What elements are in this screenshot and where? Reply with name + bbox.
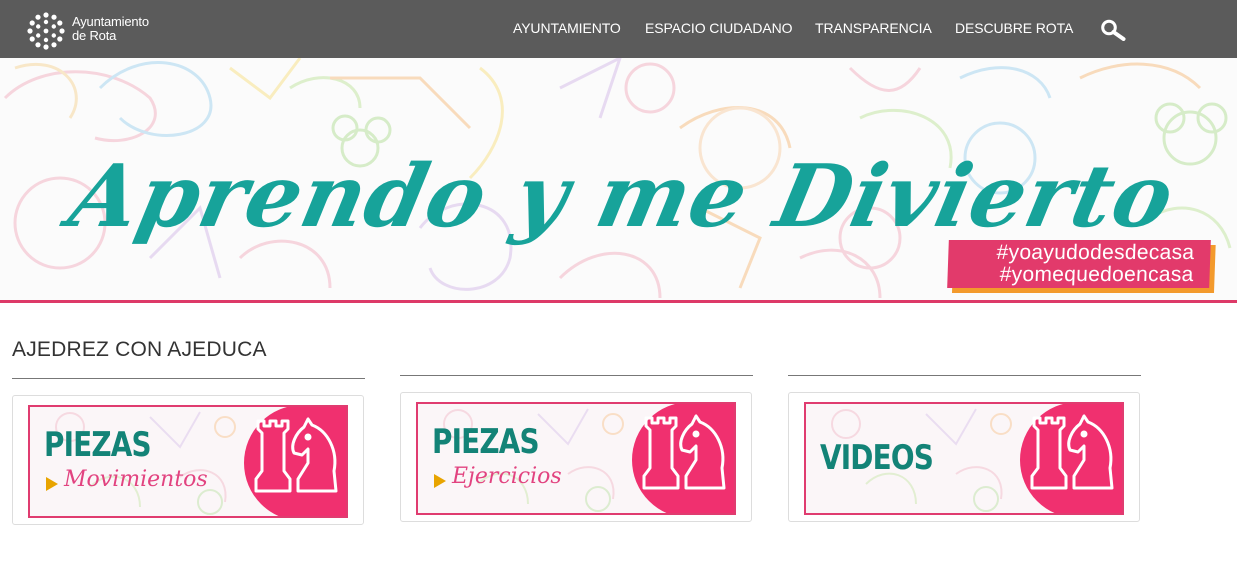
nav-transparencia[interactable]: TRANSPARENCIA <box>815 20 932 36</box>
logo-line-2: de Rota <box>72 28 117 43</box>
card-main-label: PIEZAS <box>44 425 152 465</box>
search-icon[interactable] <box>1100 19 1126 41</box>
play-arrow-icon <box>46 477 58 491</box>
section-divider-3 <box>788 375 1141 376</box>
chess-pieces-icon <box>254 417 338 493</box>
card-videos[interactable]: VIDEOS <box>788 392 1140 522</box>
chess-pieces-icon <box>1030 414 1114 490</box>
play-arrow-icon <box>434 474 446 488</box>
card-main-label: PIEZAS <box>432 422 540 462</box>
ayuntamiento-logo-icon[interactable] <box>26 11 66 51</box>
nav-descubre-rota[interactable]: DESCUBRE ROTA <box>955 20 1073 36</box>
card-sub-label: Movimientos <box>64 467 208 492</box>
chess-pieces-icon <box>642 414 726 490</box>
section-title: AJEDREZ CON AJEDUCA <box>12 338 267 361</box>
section-divider-2 <box>400 375 753 376</box>
card-main-label: VIDEOS <box>820 438 934 478</box>
logo-line-1: Ayuntamiento <box>72 14 149 29</box>
nav-espacio-ciudadano[interactable]: ESPACIO CIUDADANO <box>645 20 793 36</box>
section-divider-1 <box>12 378 365 379</box>
hero-title: Aprendo y me Divierto <box>61 146 1184 247</box>
card-image: PIEZAS Movimientos <box>28 405 348 518</box>
card-piezas-ejercicios[interactable]: PIEZAS Ejercicios <box>400 392 752 522</box>
card-image: PIEZAS Ejercicios <box>416 402 736 515</box>
card-piezas-movimientos[interactable]: PIEZAS Movimientos <box>12 395 364 525</box>
card-image: VIDEOS <box>804 402 1124 515</box>
hero-bottom-border <box>0 300 1237 303</box>
hero-banner: Aprendo y me Divierto #yoayudodesdecasa … <box>0 58 1237 303</box>
hashtag-yoayudodesdecasa: #yoayudodesdecasa <box>996 241 1195 264</box>
card-sub-label: Ejercicios <box>452 464 562 489</box>
logo-text[interactable]: Ayuntamiento de Rota <box>72 15 149 43</box>
top-navigation-bar: Ayuntamiento de Rota AYUNTAMIENTO ESPACI… <box>0 0 1237 58</box>
nav-ayuntamiento[interactable]: AYUNTAMIENTO <box>513 20 621 36</box>
hashtag-box: #yoayudodesdecasa #yomequedoencasa <box>947 240 1211 288</box>
hashtag-yomequedoencasa: #yomequedoencasa <box>999 263 1195 286</box>
